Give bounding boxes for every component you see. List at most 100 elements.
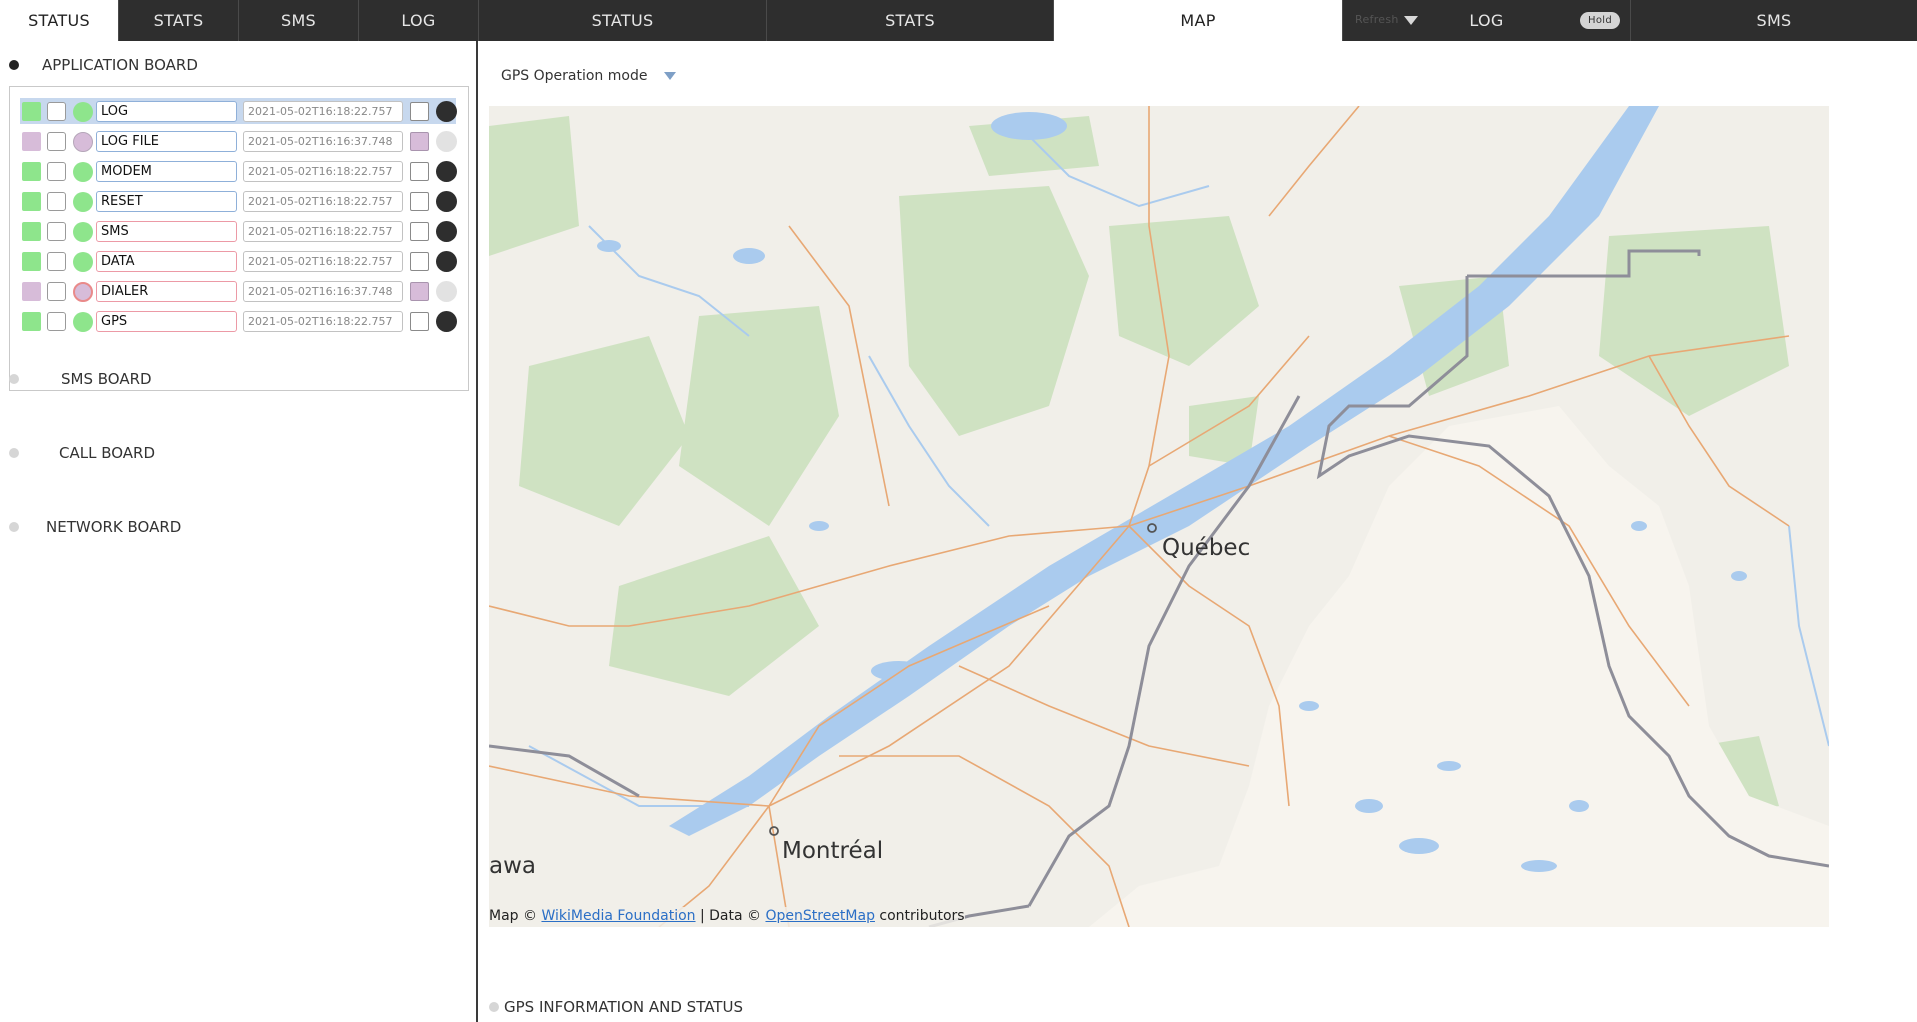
row-timestamp-field[interactable]: 2021-05-02T16:18:22.757 (243, 251, 403, 272)
network-board-header[interactable]: NETWORK BOARD (0, 515, 470, 539)
gps-mode-label: GPS Operation mode (501, 68, 648, 84)
section-title: GPS INFORMATION AND STATUS (504, 998, 743, 1016)
tab-label: SMS (280, 11, 317, 30)
tab-label: STATUS (28, 11, 90, 30)
status-dot-icon (73, 252, 93, 272)
status-dot-icon (73, 162, 93, 182)
chevron-down-icon[interactable] (664, 72, 676, 80)
tab-status-right[interactable]: STATUS (479, 0, 767, 41)
bullet-icon (9, 374, 19, 384)
row-end-checkbox[interactable] (410, 222, 429, 241)
sms-board-header[interactable]: SMS BOARD (0, 367, 470, 391)
openstreetmap-link[interactable]: OpenStreetMap (765, 908, 874, 924)
row-end-checkbox[interactable] (410, 132, 429, 151)
section-title: SMS BOARD (61, 370, 152, 388)
application-board-header[interactable]: APPLICATION BOARD (0, 53, 470, 77)
tab-sms-right[interactable]: SMS (1631, 0, 1917, 41)
row-timestamp-field[interactable]: 2021-05-02T16:16:37.748 (243, 281, 403, 302)
status-square (22, 252, 41, 271)
tab-map[interactable]: MAP (1054, 0, 1343, 41)
hold-button[interactable]: Hold (1580, 12, 1620, 29)
section-title: CALL BOARD (59, 444, 156, 462)
gps-operation-mode-select[interactable]: GPS Operation mode (501, 64, 647, 88)
status-dot-icon (73, 282, 93, 302)
attribution-prefix: Map © (489, 908, 537, 924)
status-square (22, 102, 41, 121)
row-indicator-icon (436, 161, 457, 182)
map-view[interactable]: Québec Montréal awa (489, 106, 1829, 927)
wikimedia-link[interactable]: WikiMedia Foundation (541, 908, 695, 924)
row-name-field[interactable]: LOG (96, 101, 237, 122)
map-label-montreal: Montréal (782, 838, 883, 864)
status-dot-icon (73, 102, 93, 122)
row-end-checkbox[interactable] (410, 102, 429, 121)
tab-status-left[interactable]: STATUS (0, 0, 119, 41)
bullet-icon (489, 1002, 499, 1012)
row-checkbox[interactable] (47, 192, 66, 211)
row-end-checkbox[interactable] (410, 162, 429, 181)
row-checkbox[interactable] (47, 102, 66, 121)
row-indicator-icon (436, 281, 457, 302)
row-checkbox[interactable] (47, 312, 66, 331)
board-row-dialer[interactable]: DIALER 2021-05-02T16:16:37.748 (20, 278, 457, 304)
board-row-reset[interactable]: RESET 2021-05-02T16:18:22.757 (20, 188, 457, 214)
board-row-gps[interactable]: GPS 2021-05-02T16:18:22.757 (20, 308, 457, 334)
row-end-checkbox[interactable] (410, 282, 429, 301)
row-timestamp-field[interactable]: 2021-05-02T16:16:37.748 (243, 131, 403, 152)
tab-label: STATS (153, 11, 204, 30)
tab-stats-right[interactable]: STATS (767, 0, 1054, 41)
row-timestamp-field[interactable]: 2021-05-02T16:18:22.757 (243, 221, 403, 242)
refresh-label[interactable]: Refresh (1355, 13, 1399, 26)
row-name-field[interactable]: MODEM (96, 161, 237, 182)
row-name-field[interactable]: DIALER (96, 281, 237, 302)
gps-info-header[interactable]: GPS INFORMATION AND STATUS (489, 995, 743, 1019)
status-square (22, 282, 41, 301)
row-indicator-icon (436, 101, 457, 122)
tab-label: LOG (401, 11, 436, 30)
call-board-header[interactable]: CALL BOARD (0, 441, 470, 465)
map-attribution: Map © WikiMedia Foundation | Data © Open… (489, 907, 965, 927)
row-timestamp-field[interactable]: 2021-05-02T16:18:22.757 (243, 311, 403, 332)
row-end-checkbox[interactable] (410, 192, 429, 211)
row-name-field[interactable]: DATA (96, 251, 237, 272)
refresh-dropdown-icon[interactable] (1404, 16, 1418, 25)
row-checkbox[interactable] (47, 252, 66, 271)
row-end-checkbox[interactable] (410, 312, 429, 331)
attribution-middle: | Data © (699, 908, 762, 924)
status-square (22, 222, 41, 241)
board-row-sms[interactable]: SMS 2021-05-02T16:18:22.757 (20, 218, 457, 244)
status-dot-icon (73, 132, 93, 152)
tab-log-left[interactable]: LOG (359, 0, 479, 41)
row-name-field[interactable]: RESET (96, 191, 237, 212)
row-timestamp-field[interactable]: 2021-05-02T16:18:22.757 (243, 191, 403, 212)
top-tab-bar: STATUS STATS SMS LOG STATUS STATS MAP Re… (0, 0, 1917, 41)
row-timestamp-field[interactable]: 2021-05-02T16:18:22.757 (243, 161, 403, 182)
map-label-quebec: Québec (1162, 535, 1250, 561)
status-dot-icon (73, 222, 93, 242)
row-name-field[interactable]: LOG FILE (96, 131, 237, 152)
board-row-data[interactable]: DATA 2021-05-02T16:18:22.757 (20, 248, 457, 274)
row-indicator-icon (436, 221, 457, 242)
board-row-log-file[interactable]: LOG FILE 2021-05-02T16:16:37.748 (20, 128, 457, 154)
board-row-modem[interactable]: MODEM 2021-05-02T16:18:22.757 (20, 158, 457, 184)
row-name-field[interactable]: SMS (96, 221, 237, 242)
map-canvas[interactable]: Québec Montréal awa (489, 106, 1829, 927)
row-checkbox[interactable] (47, 162, 66, 181)
row-checkbox[interactable] (47, 282, 66, 301)
section-title: APPLICATION BOARD (42, 56, 198, 74)
row-checkbox[interactable] (47, 222, 66, 241)
tab-log-right[interactable]: Refresh LOG Hold (1343, 0, 1631, 41)
row-indicator-icon (436, 311, 457, 332)
status-dot-icon (73, 192, 93, 212)
row-name-field[interactable]: GPS (96, 311, 237, 332)
tab-sms-left[interactable]: SMS (239, 0, 359, 41)
bullet-icon (9, 522, 19, 532)
row-checkbox[interactable] (47, 132, 66, 151)
row-timestamp-field[interactable]: 2021-05-02T16:18:22.757 (243, 101, 403, 122)
status-square (22, 312, 41, 331)
application-board: LOG 2021-05-02T16:18:22.757 LOG FILE 202… (9, 86, 469, 391)
row-end-checkbox[interactable] (410, 252, 429, 271)
row-indicator-icon (436, 251, 457, 272)
tab-stats-left[interactable]: STATS (119, 0, 239, 41)
board-row-log[interactable]: LOG 2021-05-02T16:18:22.757 (20, 98, 457, 124)
